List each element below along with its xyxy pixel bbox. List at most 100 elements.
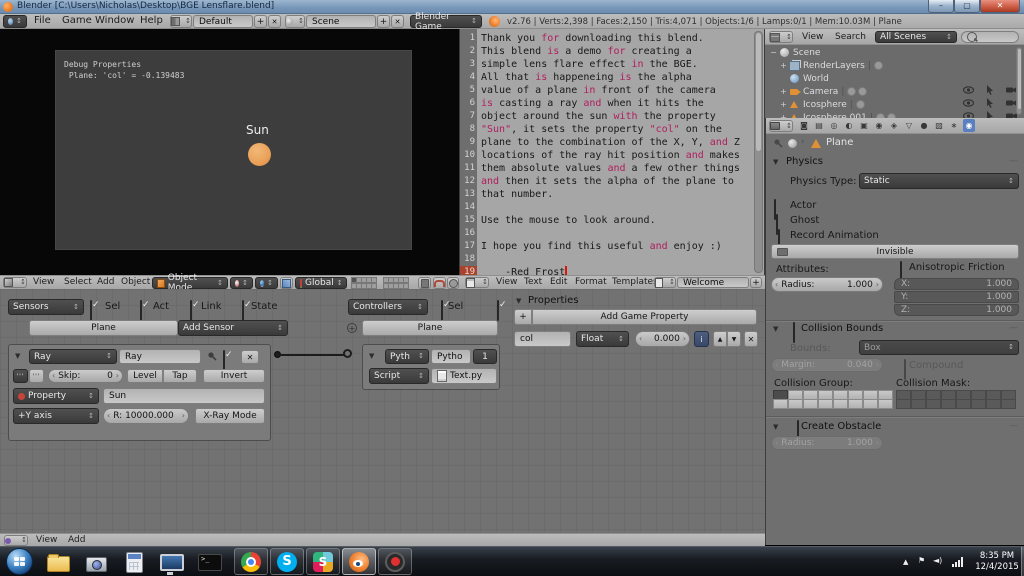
tab-texture[interactable]: ▨ <box>933 119 945 132</box>
text-line[interactable]: locations of the ray hit position and ma… <box>481 149 753 162</box>
expander-icon[interactable]: − <box>769 48 778 57</box>
menu-game[interactable]: Game <box>62 15 92 26</box>
controller-input-node[interactable] <box>343 349 352 358</box>
menu-window[interactable]: Window <box>95 15 134 26</box>
scene-name-field[interactable]: Scene <box>306 15 376 28</box>
collision-mask-cell[interactable] <box>986 399 1001 409</box>
selectability-cursor-icon[interactable] <box>986 85 994 98</box>
physics-type-dropdown[interactable]: Static ↕ <box>859 173 1019 189</box>
property-type-dropdown[interactable]: Property ↕ <box>13 388 99 404</box>
taskbar-app-command-prompt[interactable]: >_ <box>196 550 224 574</box>
window-titlebar[interactable]: Blender [C:\Users\Nicholas\Desktop\BGE L… <box>0 0 1024 14</box>
outliner-row[interactable]: World <box>779 72 1024 85</box>
manipulator-toggle[interactable] <box>280 277 293 289</box>
search-input[interactable] <box>961 31 1019 43</box>
margin-slider[interactable]: ‹ Margin: 0.040 › <box>771 358 883 372</box>
game-property-type-dropdown[interactable]: Float ↕ <box>576 331 629 347</box>
close-button[interactable]: ✕ <box>980 0 1020 13</box>
collision-mask-cell[interactable] <box>971 399 986 409</box>
collision-mask-cell[interactable] <box>926 399 941 409</box>
add-game-property-button[interactable]: Add Game Property <box>532 309 757 325</box>
slider-right-icon[interactable]: › <box>876 281 879 289</box>
taskbar-app-calculator[interactable] <box>120 550 148 574</box>
menu-add[interactable]: Add <box>97 277 114 287</box>
sensors-act-checkbox[interactable] <box>140 300 142 321</box>
expand-icon[interactable]: + <box>347 323 357 333</box>
menu-templates[interactable]: Templates <box>612 277 658 287</box>
orientation-dropdown[interactable]: Global ↕ <box>295 277 347 289</box>
text-line[interactable]: is casting a ray and when it hits the <box>481 97 753 110</box>
text-editor[interactable]: 12345678910111213141516171819 Thank you … <box>460 29 765 275</box>
text-line[interactable]: them absolute values and a few other thi… <box>481 162 753 175</box>
sensors-object-button[interactable]: Plane <box>29 320 178 336</box>
editor-type-logic-dropdown[interactable]: ↕ <box>4 535 28 546</box>
pin-icon[interactable] <box>773 138 783 148</box>
expander-icon[interactable]: + <box>779 61 788 70</box>
invisible-toggle-button[interactable]: Invisible <box>771 244 1019 259</box>
mode-dropdown[interactable]: Object Mode ↕ <box>152 277 228 289</box>
panel-collapse-icon[interactable]: ▼ <box>773 159 778 166</box>
panel-collapse-icon[interactable]: ▼ <box>773 424 778 431</box>
collision-mask-cell[interactable] <box>956 399 971 409</box>
taskbar-app-windows-explorer[interactable] <box>44 550 72 574</box>
collision-group-cell[interactable] <box>863 399 878 409</box>
sensors-state-checkbox[interactable] <box>242 300 244 321</box>
tab-modifiers[interactable]: ◈ <box>888 119 900 132</box>
scene-icon-button[interactable]: ↕ <box>285 15 305 28</box>
add-property-plus-button[interactable]: + <box>514 309 532 325</box>
snap-toggle[interactable] <box>433 277 446 289</box>
text-line[interactable]: "Sun", it sets the property "col" on the <box>481 123 753 136</box>
taskbar-app-chrome[interactable] <box>234 548 268 575</box>
game-property-name-field[interactable]: col <box>514 331 571 347</box>
range-slider[interactable]: ‹ R: 10000.000 › <box>103 408 189 424</box>
text-line[interactable]: that number. <box>481 188 753 201</box>
move-property-down-button[interactable]: ▼ <box>727 331 741 347</box>
text-line[interactable]: This blend is a demo for creating a <box>481 45 753 58</box>
menu-view[interactable]: View <box>33 277 54 287</box>
outliner-row[interactable]: +Icosphere| <box>779 98 1024 111</box>
collision-group-cell[interactable] <box>878 399 893 409</box>
action-center-flag-icon[interactable]: ⚑ <box>918 556 925 565</box>
editor-type-outliner-dropdown[interactable]: ↕ <box>769 31 793 43</box>
text-line[interactable] <box>481 227 753 240</box>
selectability-cursor-icon[interactable] <box>986 111 994 118</box>
layers-grid-1[interactable] <box>352 277 377 289</box>
add-scene-button[interactable]: + <box>377 15 390 28</box>
text-lines[interactable]: Thank you for downloading this blend.Thi… <box>481 32 753 279</box>
outliner-item-label[interactable]: Camera <box>803 87 838 97</box>
menu-search[interactable]: Search <box>835 32 866 42</box>
create-obstacle-title[interactable]: Create Obstacle <box>801 421 881 432</box>
collision-mask-grid[interactable] <box>897 391 1017 409</box>
tab-render-layers[interactable]: ▤ <box>813 119 825 132</box>
editor-type-3dview-dropdown[interactable]: ↕ <box>3 277 27 288</box>
text-datablock-icon-button[interactable]: ↕ <box>654 277 676 288</box>
obstacle-radius-slider[interactable]: ‹ Radius: 1.000 › <box>771 436 883 450</box>
menu-view[interactable]: View <box>802 32 823 42</box>
controllers-object-button[interactable]: Plane <box>362 320 498 336</box>
text-line[interactable]: simple lens flare effect in the BGE. <box>481 58 753 71</box>
collision-group-cell[interactable] <box>833 399 848 409</box>
property-value-field[interactable]: Sun <box>103 388 265 404</box>
delete-scene-button[interactable]: ✕ <box>391 15 404 28</box>
menu-select[interactable]: Select <box>64 277 92 287</box>
menu-view[interactable]: View <box>496 277 517 287</box>
render-opengl-button[interactable] <box>447 277 459 289</box>
selectability-cursor-icon[interactable] <box>986 98 994 111</box>
network-icon[interactable] <box>952 557 963 567</box>
outliner-row[interactable]: +Icosphere.001| <box>779 111 1024 118</box>
menu-text[interactable]: Text <box>524 277 542 287</box>
sensors-sel-checkbox[interactable] <box>90 300 92 321</box>
delete-sensor-button[interactable]: ✕ <box>241 350 259 364</box>
python-controller-block[interactable]: ▼ Pyth ↕ Pytho 1 Script ↕ Text.py <box>362 344 500 390</box>
invert-button[interactable]: Invert <box>203 369 265 383</box>
controller-type-dropdown[interactable]: Pyth ↕ <box>385 349 429 364</box>
sensor-name-field[interactable]: Ray <box>119 349 201 364</box>
slider-right-icon[interactable]: › <box>182 412 185 420</box>
shading-dropdown[interactable]: ↕ <box>230 277 253 289</box>
outliner-row[interactable]: −Scene <box>769 46 1019 59</box>
viewport-3d[interactable]: Debug Properties Plane: 'col' = -0.13948… <box>0 29 460 275</box>
taskbar-app-screen-recorder[interactable] <box>378 548 412 575</box>
taskbar-app-slack[interactable]: S <box>306 548 340 575</box>
volume-icon[interactable]: ◄) <box>933 556 942 565</box>
collision-group-cell[interactable] <box>848 399 863 409</box>
